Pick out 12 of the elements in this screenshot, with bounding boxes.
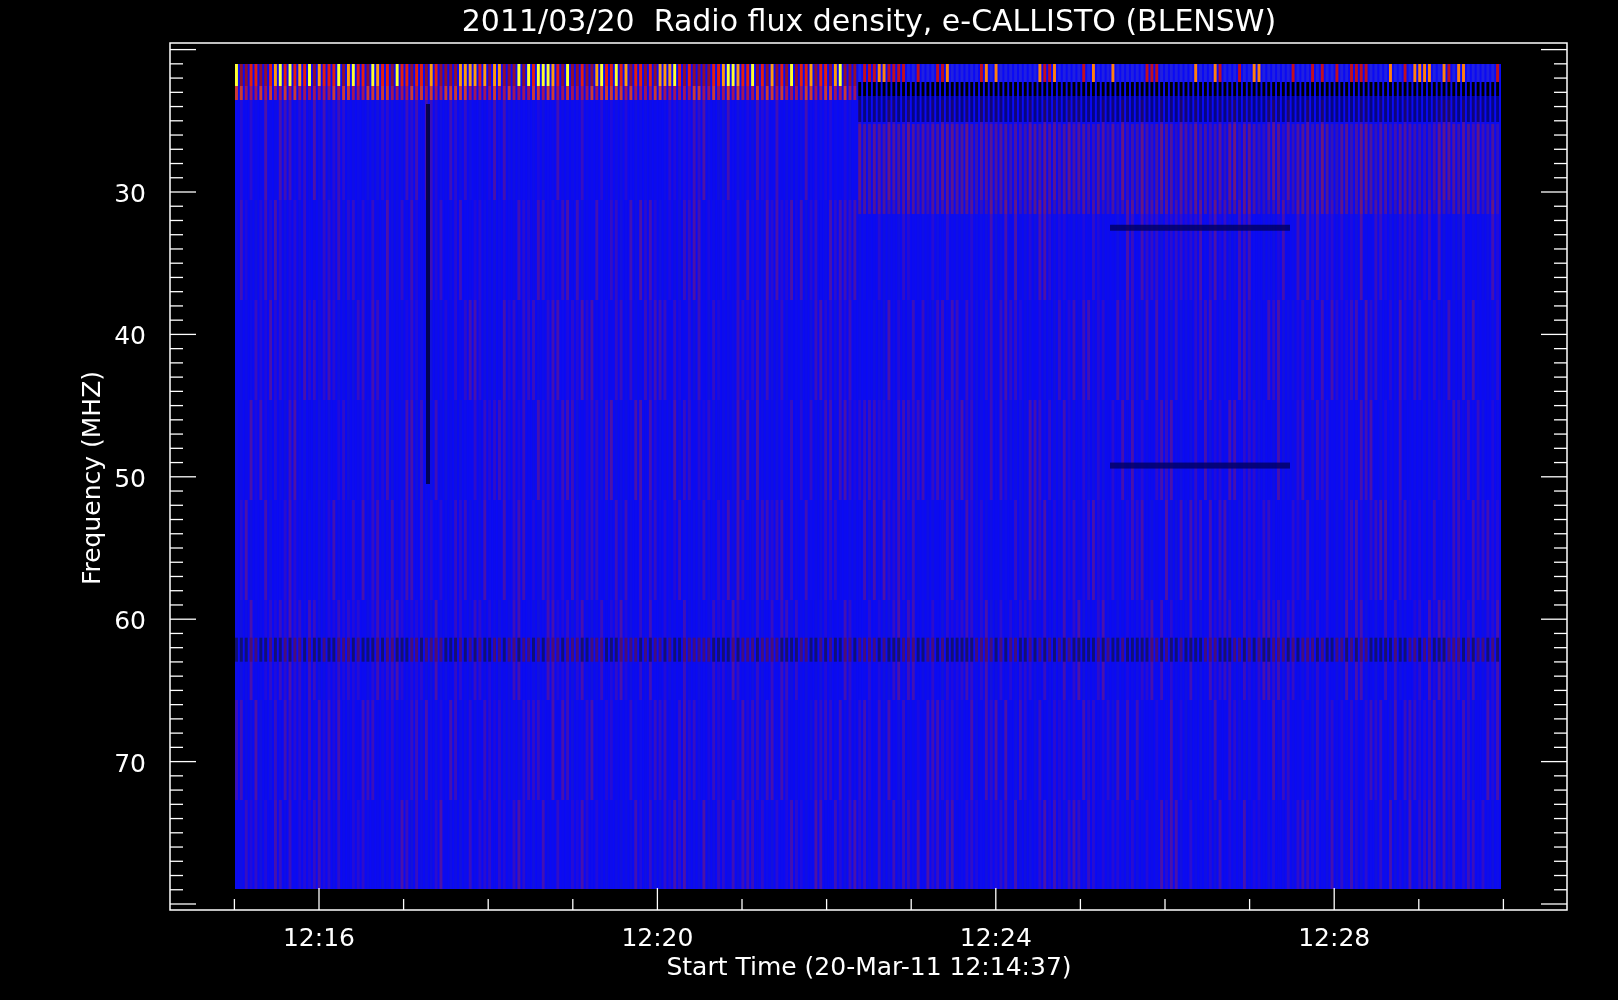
x-axis-label: Start Time (20-Mar-11 12:14:37) (666, 952, 1072, 981)
x-tick-label: 12:20 (621, 923, 694, 952)
y-tick-label: 40 (114, 321, 146, 351)
y-tick-label: 30 (114, 179, 146, 208)
chart-title: 2011/03/20 Radio flux density, e-CALLISTO (BLENSW) (461, 3, 1277, 38)
x-tick-label: 12:24 (959, 923, 1032, 952)
y-tick-label: 50 (114, 463, 146, 493)
x-tick-label: 12:28 (1298, 923, 1371, 952)
y-axis-label: Frequency (MHZ) (77, 370, 106, 586)
y-tick-label: 70 (114, 748, 146, 778)
x-tick-label: 12:16 (283, 923, 355, 952)
y-tick-label: 60 (114, 606, 146, 636)
